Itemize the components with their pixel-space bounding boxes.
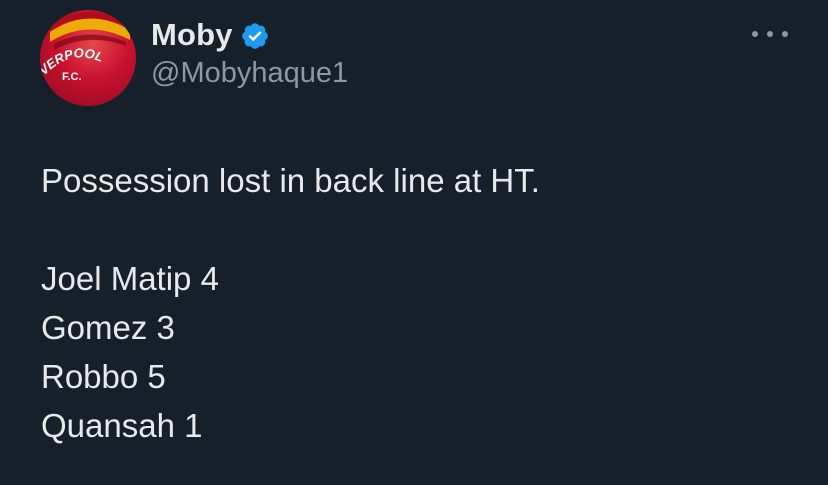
author-handle[interactable]: @Mobyhaque1: [151, 57, 348, 90]
verified-badge-icon: [242, 23, 268, 49]
more-dot: [782, 31, 788, 37]
tweet-intro: Possession lost in back line at HT.: [41, 162, 540, 199]
more-dot: [767, 31, 773, 37]
tweet-line-player: Joel Matip 4: [41, 260, 219, 297]
more-options-icon[interactable]: [752, 24, 788, 44]
liverpool-crest-image: VERPOOL F.C.: [40, 11, 130, 83]
avatar[interactable]: VERPOOL F.C.: [40, 10, 136, 106]
tweet-line-player: Gomez 3: [41, 309, 175, 346]
tweet-card: VERPOOL F.C. Moby @Mobyhaque1 Possession…: [0, 0, 828, 485]
tweet-text: Possession lost in back line at HT. Joel…: [41, 156, 801, 450]
avatar-text-bottom: F.C.: [62, 71, 82, 83]
more-dot: [752, 31, 758, 37]
tweet-line-player: Quansah 1: [41, 407, 203, 444]
tweet-line-player: Robbo 5: [41, 358, 166, 395]
author-name[interactable]: Moby: [151, 17, 233, 53]
